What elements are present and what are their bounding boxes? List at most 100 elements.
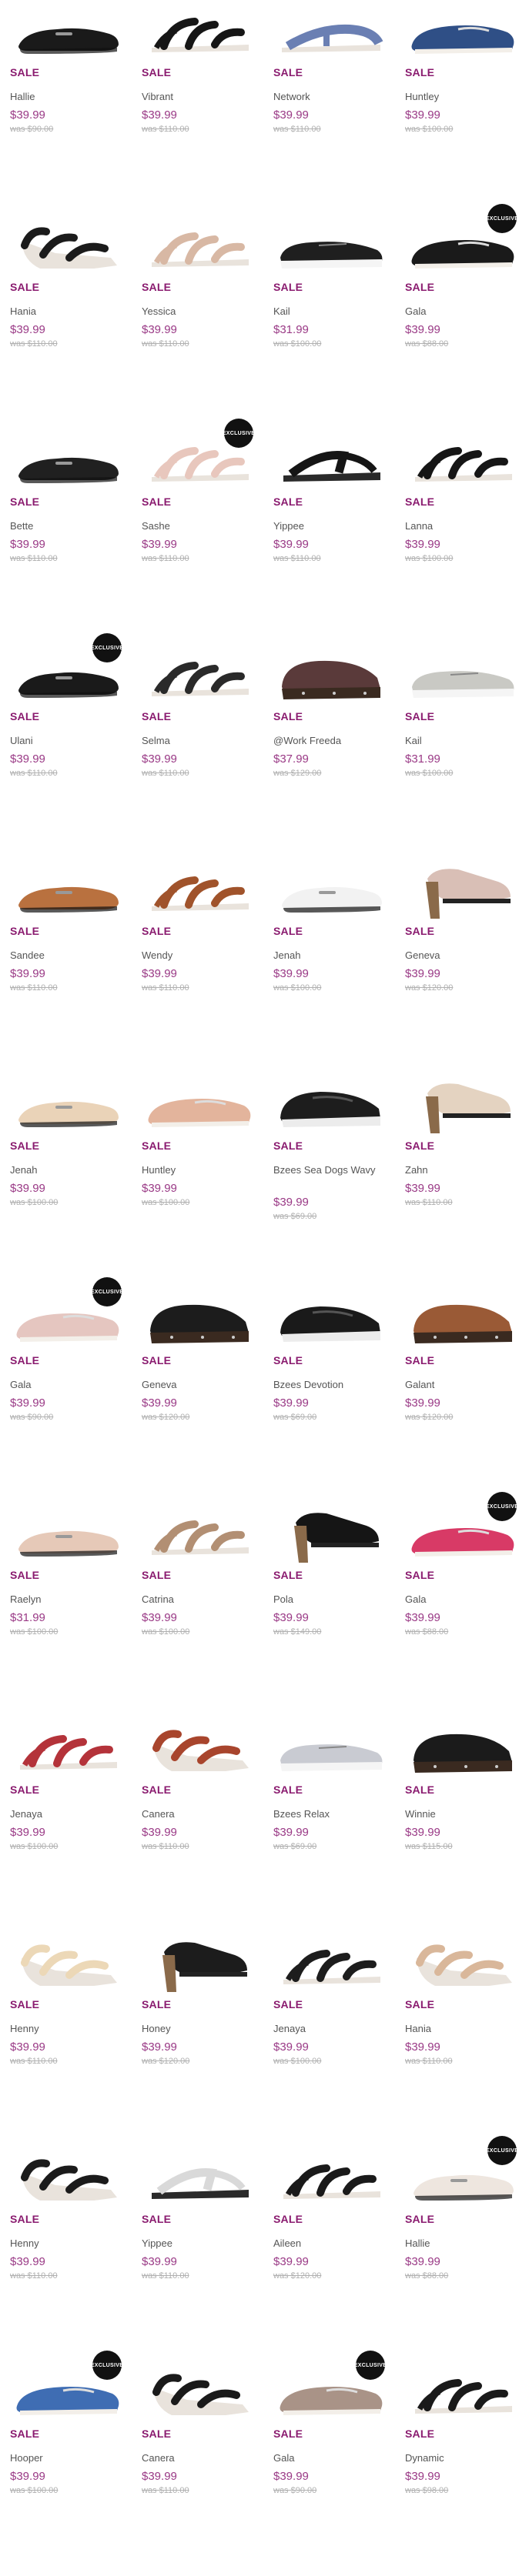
product-card[interactable]: SALE Bette $39.99 was $110.00 [9, 429, 125, 641]
shoe-image[interactable] [404, 644, 519, 709]
product-name[interactable]: Huntley [405, 90, 519, 104]
product-image[interactable] [141, 2147, 256, 2211]
shoe-image[interactable] [141, 1073, 256, 1138]
product-name[interactable]: Jenaya [273, 2022, 387, 2036]
product-card[interactable]: SALE Geneva $39.99 was $120.00 [141, 1288, 256, 1500]
product-card[interactable]: SALE Yippee $39.99 was $110.00 [273, 429, 388, 641]
product-name[interactable]: Raelyn [10, 1593, 124, 1607]
product-image[interactable] [404, 0, 519, 65]
product-card[interactable]: SALE Yessica $39.99 was $110.00 [141, 215, 256, 426]
shoe-image[interactable] [9, 1503, 125, 1567]
product-image[interactable] [404, 1932, 519, 1997]
product-name[interactable]: Henny [10, 2022, 124, 2036]
product-name[interactable]: Bzees Relax [273, 1807, 387, 1821]
product-name[interactable]: Geneva [142, 1378, 256, 1392]
product-name[interactable]: Huntley [142, 1163, 256, 1177]
product-image[interactable] [273, 215, 388, 279]
product-image[interactable] [9, 1503, 125, 1567]
product-card[interactable]: SALE Henny $39.99 was $110.00 [9, 1932, 125, 2144]
product-card[interactable]: SALE Jenaya $39.99 was $100.00 [9, 1717, 125, 1929]
product-image[interactable] [9, 859, 125, 923]
product-image[interactable] [404, 2361, 519, 2426]
product-card[interactable]: SALE Raelyn $31.99 was $100.00 [9, 1503, 125, 1714]
product-card[interactable]: EXCLUSIVE SALE Gala $39.99 was $88.00 [404, 1492, 519, 1714]
product-name[interactable]: Sashe [142, 519, 256, 533]
product-image[interactable] [273, 1288, 388, 1353]
product-card[interactable]: EXCLUSIVE SALE Gala $39.99 was $88.00 [404, 204, 519, 426]
product-name[interactable]: Yessica [142, 305, 256, 319]
product-name[interactable]: Ulani [10, 734, 124, 748]
product-name[interactable]: Selma [142, 734, 256, 748]
product-image[interactable] [273, 0, 388, 65]
product-image[interactable] [141, 644, 256, 709]
shoe-image[interactable] [9, 859, 125, 923]
product-card[interactable]: SALE Canera $39.99 was $110.00 [141, 1717, 256, 1929]
product-image[interactable] [9, 0, 125, 65]
product-card[interactable]: SALE Jenaya $39.99 was $100.00 [273, 1932, 388, 2144]
product-name[interactable]: Dynamic [405, 2451, 519, 2465]
product-image[interactable] [273, 1932, 388, 1997]
product-name[interactable]: Hallie [10, 90, 124, 104]
shoe-image[interactable] [141, 2361, 256, 2426]
shoe-image[interactable] [141, 215, 256, 279]
product-card[interactable]: SALE Winnie $39.99 was $115.00 [404, 1717, 519, 1929]
shoe-image[interactable] [404, 0, 519, 65]
shoe-image[interactable] [404, 1932, 519, 1997]
product-name[interactable]: Kail [273, 305, 387, 319]
product-name[interactable]: Bzees Sea Dogs Wavy [273, 1163, 387, 1177]
shoe-image[interactable] [141, 644, 256, 709]
product-image[interactable] [141, 859, 256, 923]
product-name[interactable]: Vibrant [142, 90, 256, 104]
product-name[interactable]: Jenaya [10, 1807, 124, 1821]
shoe-image[interactable] [273, 1288, 388, 1353]
product-card[interactable]: SALE Lanna $39.99 was $100.00 [404, 429, 519, 641]
shoe-image[interactable] [9, 215, 125, 279]
product-card[interactable]: SALE Catrina $39.99 was $100.00 [141, 1503, 256, 1714]
product-image[interactable] [141, 1288, 256, 1353]
product-image[interactable] [404, 859, 519, 923]
shoe-image[interactable] [9, 1073, 125, 1138]
product-card[interactable]: SALE Network $39.99 was $110.00 [273, 0, 388, 212]
product-name[interactable]: Canera [142, 2451, 256, 2465]
product-image[interactable] [141, 1073, 256, 1138]
product-image[interactable] [273, 1717, 388, 1782]
product-card[interactable]: SALE Galant $39.99 was $120.00 [404, 1288, 519, 1500]
product-card[interactable]: SALE Canera $39.99 was $110.00 [141, 2361, 256, 2573]
product-card[interactable]: SALE Huntley $39.99 was $100.00 [404, 0, 519, 212]
product-card[interactable]: SALE Hallie $39.99 was $90.00 [9, 0, 125, 212]
product-card[interactable]: SALE Dynamic $39.99 was $98.00 [404, 2361, 519, 2573]
product-name[interactable]: Hania [405, 2022, 519, 2036]
product-card[interactable]: SALE Bzees Relax $39.99 was $69.00 [273, 1717, 388, 1929]
shoe-image[interactable] [273, 644, 388, 709]
product-card[interactable]: SALE Huntley $39.99 was $100.00 [141, 1073, 256, 1285]
product-card[interactable]: SALE Bzees Sea Dogs Wavy $39.99 was $69.00 [273, 1073, 388, 1285]
shoe-image[interactable] [141, 859, 256, 923]
product-name[interactable]: Pola [273, 1593, 387, 1607]
product-name[interactable]: Catrina [142, 1593, 256, 1607]
shoe-image[interactable] [404, 2361, 519, 2426]
product-image[interactable] [141, 2361, 256, 2426]
shoe-image[interactable] [273, 215, 388, 279]
shoe-image[interactable] [141, 1717, 256, 1782]
product-image[interactable] [404, 1073, 519, 1138]
product-card[interactable]: SALE Hania $39.99 was $110.00 [404, 1932, 519, 2144]
shoe-image[interactable] [9, 1932, 125, 1997]
shoe-image[interactable] [273, 859, 388, 923]
shoe-image[interactable] [9, 1717, 125, 1782]
product-card[interactable]: SALE Jenah $39.99 was $100.00 [9, 1073, 125, 1285]
shoe-image[interactable] [9, 2147, 125, 2211]
product-card[interactable]: EXCLUSIVE SALE Gala $39.99 was $90.00 [9, 1277, 125, 1500]
product-card[interactable]: SALE Henny $39.99 was $110.00 [9, 2147, 125, 2358]
product-image[interactable] [141, 1717, 256, 1782]
product-image[interactable] [9, 429, 125, 494]
product-card[interactable]: EXCLUSIVE SALE Hallie $39.99 was $88.00 [404, 2136, 519, 2358]
shoe-image[interactable] [141, 2147, 256, 2211]
product-card[interactable]: SALE Sandee $39.99 was $110.00 [9, 859, 125, 1070]
shoe-image[interactable] [141, 1932, 256, 1997]
shoe-image[interactable] [404, 1717, 519, 1782]
product-card[interactable]: SALE Aileen $39.99 was $120.00 [273, 2147, 388, 2358]
product-name[interactable]: Canera [142, 1807, 256, 1821]
product-name[interactable]: Wendy [142, 949, 256, 963]
product-card[interactable]: SALE @Work Freeda $37.99 was $129.00 [273, 644, 388, 856]
product-name[interactable]: Yippee [273, 519, 387, 533]
